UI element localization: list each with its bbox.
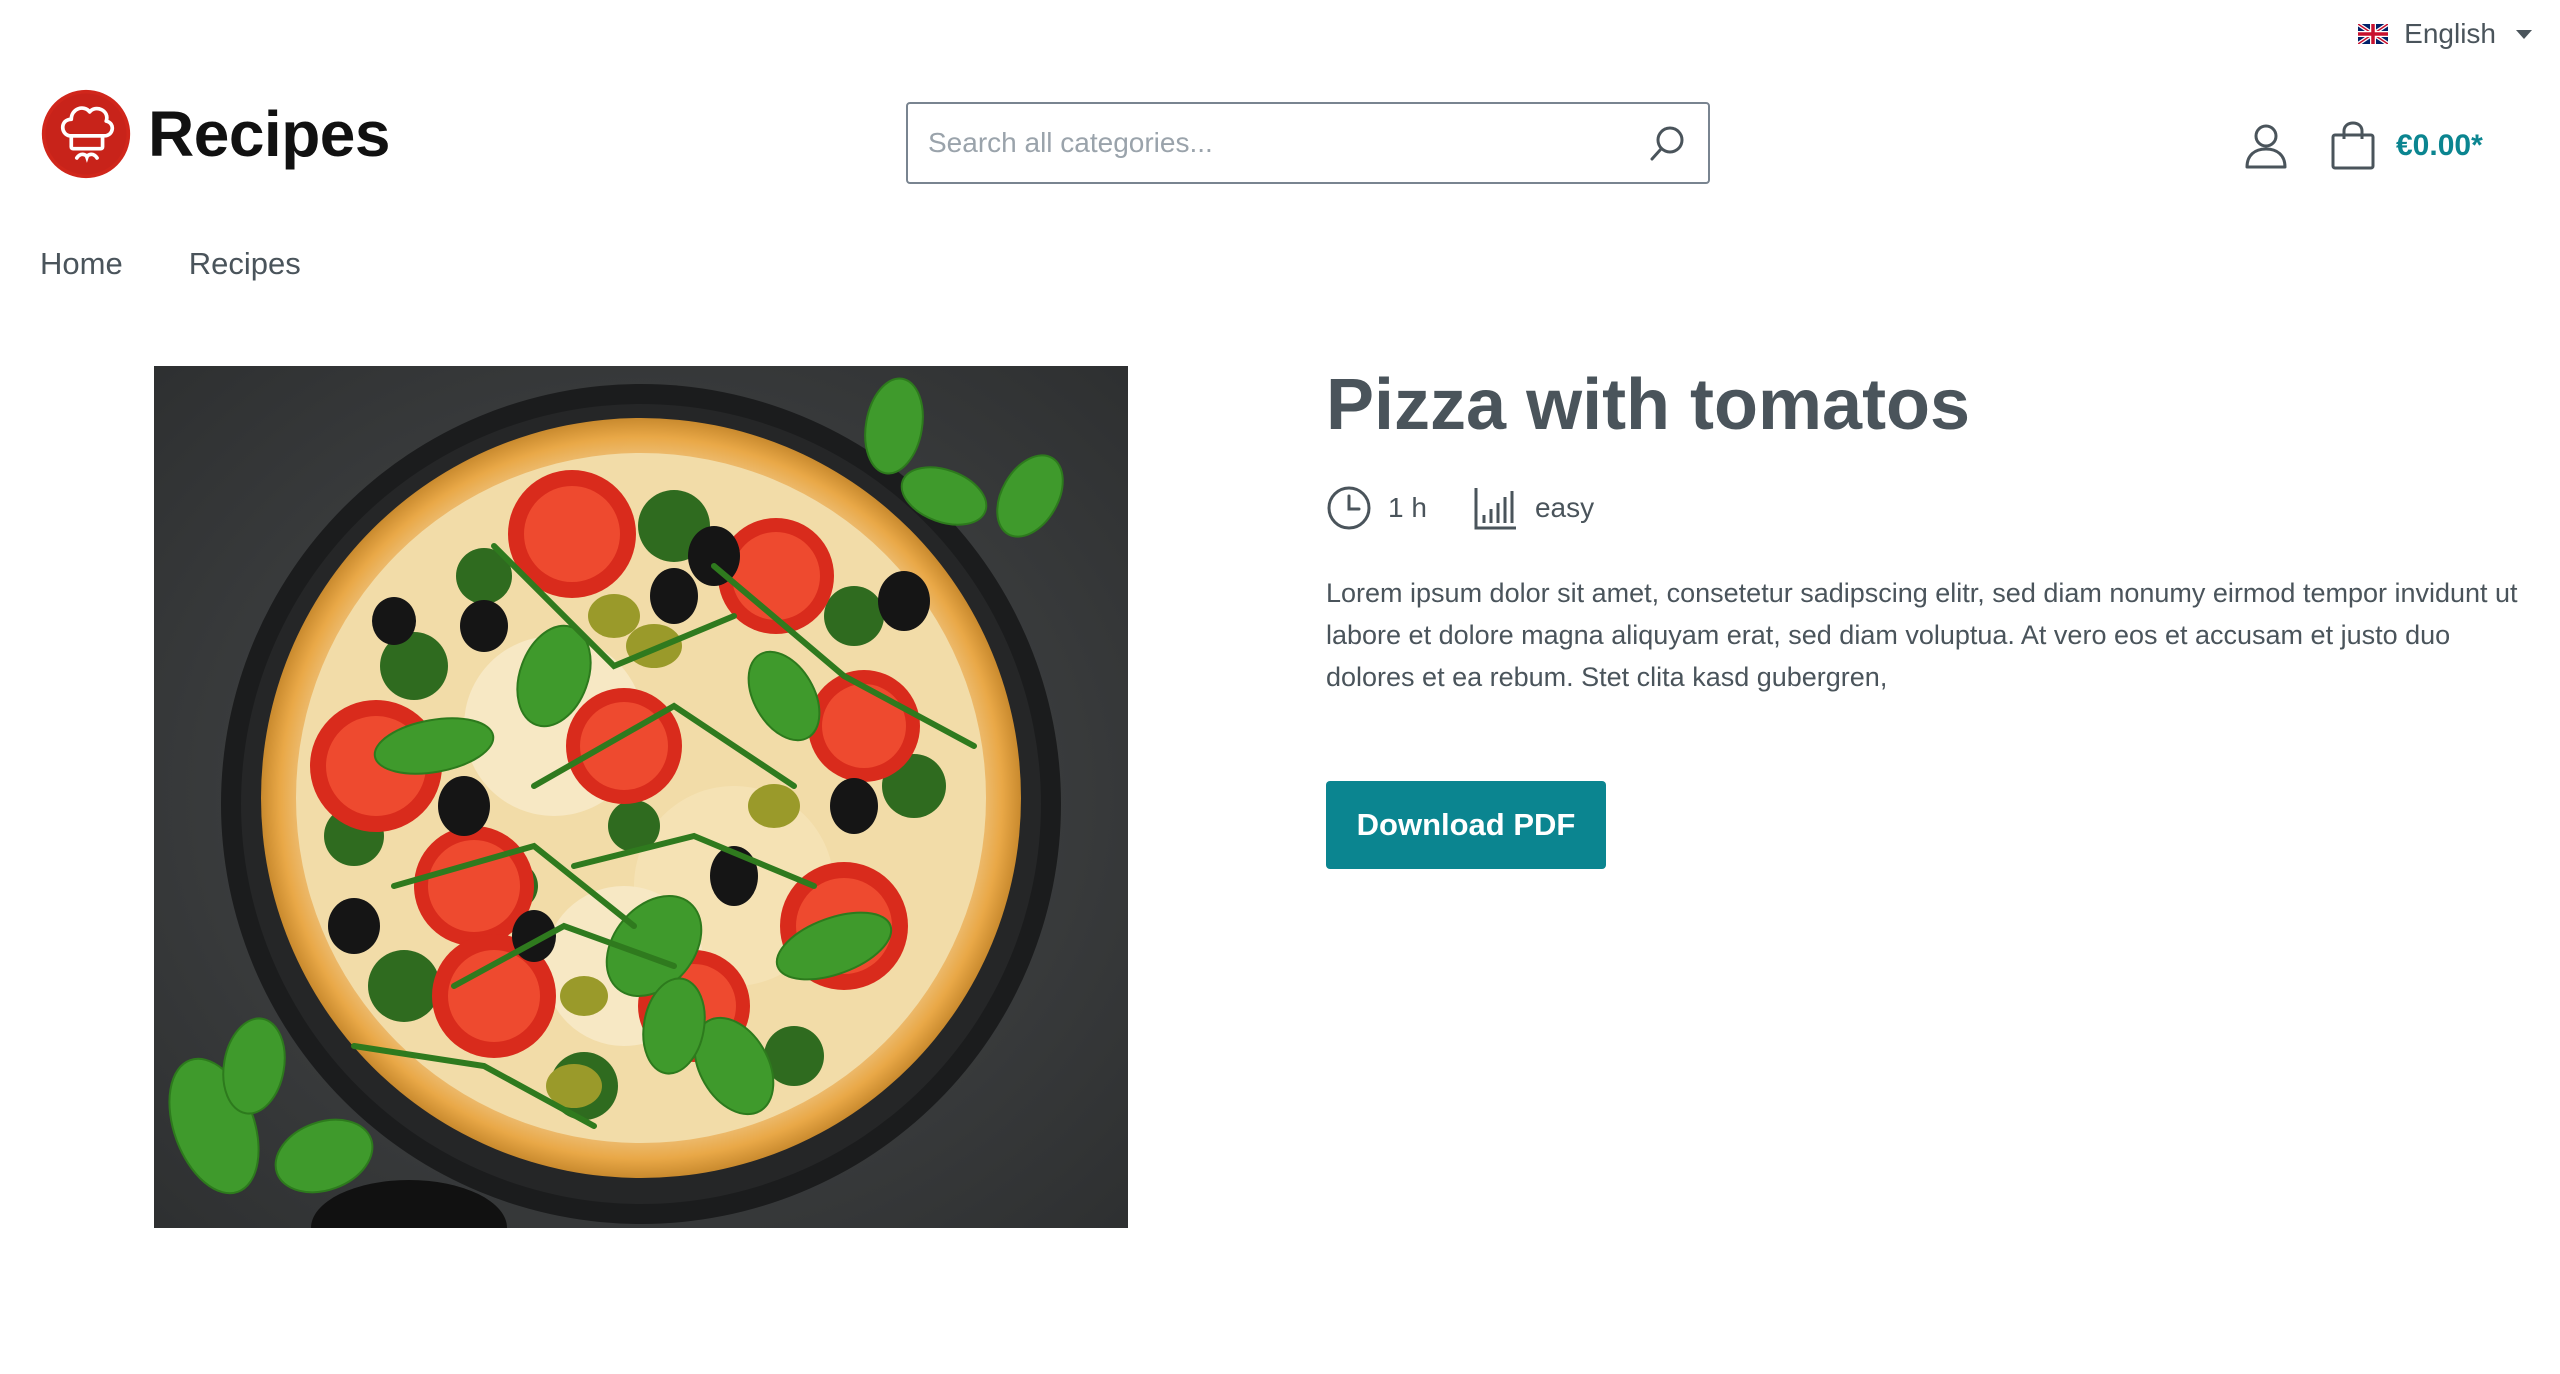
logo-link[interactable]: Recipes xyxy=(40,88,390,180)
download-pdf-button[interactable]: Download PDF xyxy=(1326,781,1606,869)
product-description: Lorem ipsum dolor sit amet, consetetur s… xyxy=(1326,578,2518,692)
difficulty-text: easy xyxy=(1534,492,1595,523)
difficulty-bars-icon xyxy=(1474,488,1516,530)
product-details: Pizza with tomatos 1 h easy Lorem ipsum … xyxy=(1326,360,2526,869)
difficulty-info: easy xyxy=(1473,485,1594,531)
logo-text: Recipes xyxy=(148,98,390,170)
product-title: Pizza with tomatos xyxy=(1326,365,1971,445)
account-button[interactable] xyxy=(2238,118,2294,174)
search-box xyxy=(906,102,1710,184)
duration-text: 1 h xyxy=(1388,492,1427,523)
cart-button[interactable]: €0.00* xyxy=(2330,116,2483,176)
language-switcher[interactable]: English xyxy=(2358,14,2532,54)
uk-flag-icon xyxy=(2358,24,2389,44)
main-navigation: Home Recipes xyxy=(40,246,301,282)
recipe-meta: 1 h easy xyxy=(1326,484,2526,532)
chevron-down-icon xyxy=(2516,29,2532,39)
duration-info: 1 h xyxy=(1326,485,1427,531)
cart-total: €0.00* xyxy=(2396,129,2483,162)
search-input[interactable] xyxy=(908,104,1628,182)
clock-icon xyxy=(1327,486,1371,530)
nav-item-recipes[interactable]: Recipes xyxy=(189,246,301,282)
shopping-bag-icon xyxy=(2331,121,2375,170)
product-image xyxy=(154,366,1128,1228)
language-label: English xyxy=(2404,18,2496,49)
chef-hat-logo xyxy=(41,89,131,179)
user-icon xyxy=(2245,124,2287,169)
search-button[interactable] xyxy=(1628,104,1708,182)
pizza-image xyxy=(154,366,1128,1228)
search-icon xyxy=(1650,126,1684,161)
nav-item-home[interactable]: Home xyxy=(40,246,123,282)
site-header: Recipes €0.00* xyxy=(0,80,2560,200)
